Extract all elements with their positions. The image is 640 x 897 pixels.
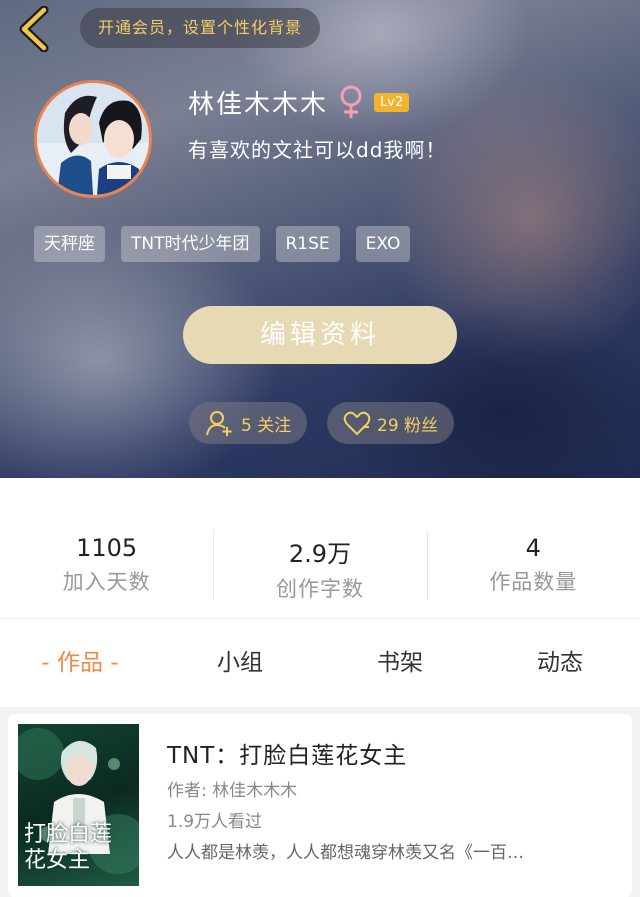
profile-header-background: 开通会员，设置个性化背景 林佳木木木 Lv2 有喜欢的文社可以dd我啊！ 天秤座… [0, 0, 640, 478]
stat-days-joined: 1105 加入天数 [0, 478, 213, 618]
heart-plus-icon [343, 411, 371, 435]
work-cover-image: 打脸白莲花女主 [18, 724, 139, 886]
profile-tabs: - 作品 - 小组 书架 动态 [0, 618, 640, 707]
stat-value: 2.9万 [288, 540, 352, 568]
following-count: 5 关注 [241, 415, 292, 436]
profile-stats: 1105 加入天数 2.9万 创作字数 4 作品数量 [0, 478, 640, 618]
tag[interactable]: 天秤座 [34, 226, 105, 262]
followers-count: 29 粉丝 [377, 415, 439, 436]
avatar[interactable] [34, 80, 152, 198]
work-author: 作者: 林佳木木木 [167, 781, 298, 801]
stat-label: 创作字数 [275, 577, 364, 601]
work-card[interactable]: 打脸白莲花女主 TNT：打脸白莲花女主 作者: 林佳木木木 1.9万人看过 人人… [8, 714, 632, 897]
work-title: TNT：打脸白莲花女主 [167, 743, 408, 769]
stat-value: 1105 [76, 534, 138, 562]
stat-works-count: 4 作品数量 [426, 478, 640, 618]
following-button[interactable]: 5 关注 [189, 402, 308, 444]
female-icon [340, 85, 362, 118]
cover-title-text: 打脸白莲花女主 [24, 822, 113, 873]
tag[interactable]: TNT时代少年团 [121, 226, 260, 262]
username: 林佳木木木 [188, 89, 329, 120]
followers-button[interactable]: 29 粉丝 [327, 402, 455, 444]
chevron-left-icon [19, 5, 49, 53]
edit-profile-button[interactable]: 编辑资料 [183, 306, 457, 364]
profile-bio: 有喜欢的文社可以dd我啊！ [188, 138, 447, 162]
profile-tags: 天秤座 TNT时代少年团 R1SE EXO [34, 226, 411, 262]
stat-label: 作品数量 [489, 570, 578, 594]
back-button[interactable] [16, 5, 56, 53]
stat-value: 4 [525, 534, 541, 562]
work-views: 1.9万人看过 [167, 812, 263, 832]
profile-name-row: 林佳木木木 Lv2 [188, 84, 410, 120]
work-description: 人人都是林羡，人人都想魂穿林羡又名《一百… [167, 843, 524, 863]
tag[interactable]: EXO [355, 226, 411, 262]
tab-works[interactable]: - 作品 - [0, 619, 160, 707]
tab-bookshelf[interactable]: 书架 [320, 619, 480, 707]
tab-activity[interactable]: 动态 [480, 619, 640, 707]
profile-page: 开通会员，设置个性化背景 林佳木木木 Lv2 有喜欢的文社可以dd我啊！ 天秤座… [0, 0, 640, 897]
add-user-icon [206, 411, 232, 436]
level-badge: Lv2 [374, 92, 410, 112]
tag[interactable]: R1SE [275, 226, 340, 262]
tab-groups[interactable]: 小组 [160, 619, 320, 707]
stat-word-count: 2.9万 创作字数 [213, 478, 426, 618]
vip-background-prompt[interactable]: 开通会员，设置个性化背景 [80, 8, 321, 48]
stat-label: 加入天数 [62, 570, 151, 594]
avatar-photo [37, 83, 149, 195]
